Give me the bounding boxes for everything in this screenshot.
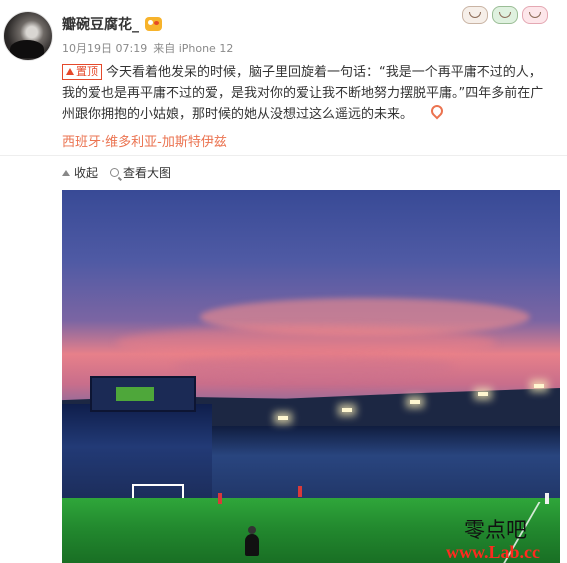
collapse-icon [62,169,70,176]
vip-badge-icon [145,17,162,31]
post-source[interactable]: 来自 iPhone 12 [153,40,233,56]
stadium-photo[interactable]: 零点吧 www.Lab.cc [62,190,560,563]
floodlight [534,384,544,388]
frog-icon[interactable] [492,6,518,24]
screen-display [116,387,154,401]
floodlight [478,392,488,396]
post-time[interactable]: 10月19日 07:19 [62,40,147,56]
zoom-icon [110,168,120,177]
view-large-label: 查看大图 [123,166,172,180]
floodlight [278,416,288,420]
watermark-title: 零点吧 [464,518,527,542]
post-content: 置顶 今天看着他发呆的时候，脑子里回旋着一句话：“我是一个再平庸不过的人，我的爱… [62,62,552,125]
collapse-label: 收起 [74,166,99,180]
person-silhouette [245,526,259,556]
location-link[interactable]: 西班牙·维多利亚-加斯特伊兹 [62,131,227,150]
floodlight [410,400,420,404]
pin-icon [66,68,74,75]
location-pin-icon[interactable] [428,102,446,120]
pink-cloud [174,354,454,380]
collapse-button[interactable]: 收起 [62,164,98,181]
post-text: 今天看着他发呆的时候，脑子里回旋着一句话：“我是一个再平庸不过的人，我的爱也是再… [62,65,544,122]
author-name[interactable]: 瓣碗豆腐花_ [62,14,139,34]
player [545,493,549,504]
avatar[interactable] [3,11,53,61]
post-meta: 10月19日 07:19 来自 iPhone 12 [62,40,233,56]
player [218,493,222,504]
watermark-url: www.Lab.cc [446,542,540,562]
smile-mouth-icon [469,12,481,18]
smile-mouth-icon [499,12,511,18]
smile-mouth-icon [529,12,541,18]
face-icon[interactable] [462,6,488,24]
pinned-badge: 置顶 [62,63,102,80]
weibo-post: 瓣碗豆腐花_ 10月19日 07:19 来自 iPhone 12 置顶 今天看着… [0,0,567,563]
floodlight [342,408,352,412]
view-large-button[interactable]: 查看大图 [110,164,171,181]
author-row: 瓣碗豆腐花_ [62,14,162,34]
player [298,486,302,497]
divider [0,155,567,156]
media-actions: 收起 查看大图 [62,164,171,181]
pinned-label: 置顶 [76,64,98,78]
goal [132,484,184,498]
reaction-icons [462,6,548,24]
pig-icon[interactable] [522,6,548,24]
